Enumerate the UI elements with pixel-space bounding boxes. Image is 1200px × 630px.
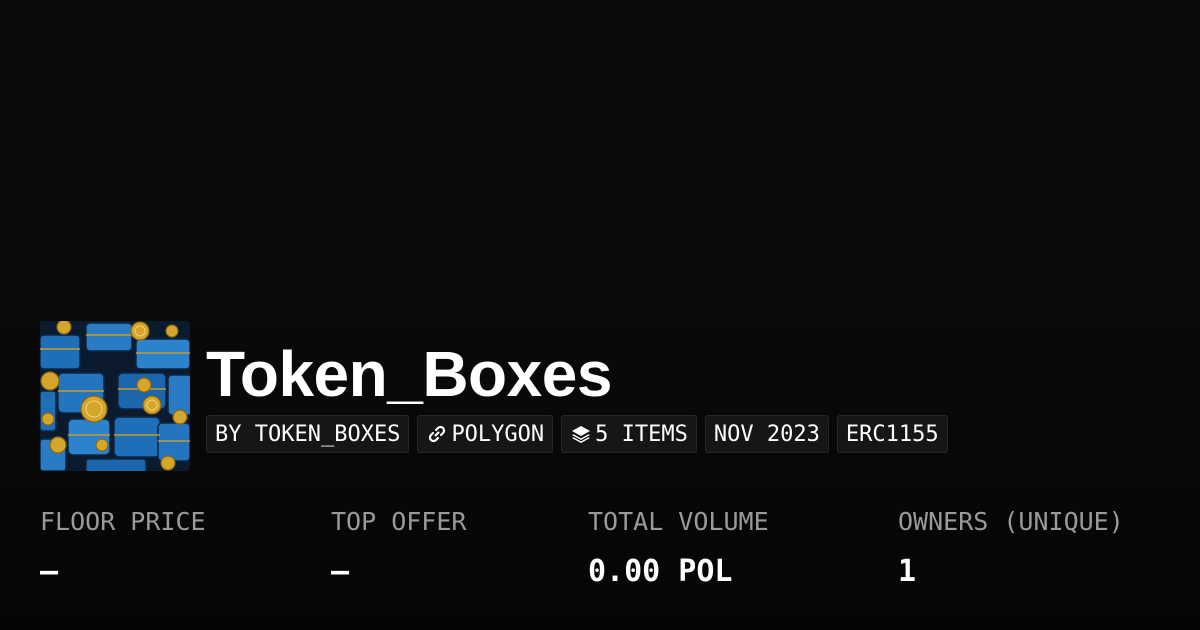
stat-owners: OWNERS (UNIQUE) 1 bbox=[898, 504, 1124, 590]
stat-top-offer: TOP OFFER – bbox=[331, 504, 466, 590]
stat-label: FLOOR PRICE bbox=[40, 507, 206, 536]
stat-label: OWNERS (UNIQUE) bbox=[898, 507, 1124, 536]
collection-title: Token_Boxes bbox=[206, 338, 612, 410]
stat-value: 0.00 POL bbox=[588, 554, 733, 589]
stat-total-volume: TOTAL VOLUME 0.00 POL bbox=[588, 504, 769, 590]
tag-creator-label: BY TOKEN_BOXES bbox=[215, 421, 401, 447]
stat-value: – bbox=[40, 554, 59, 589]
stat-value: 1 bbox=[898, 554, 917, 589]
stat-label: TOP OFFER bbox=[331, 507, 467, 536]
collection-card: Token_Boxes BY TOKEN_BOXES POLYGON 5 ITE… bbox=[0, 0, 1200, 630]
treasure-chest-image bbox=[40, 321, 190, 471]
tag-creator[interactable]: BY TOKEN_BOXES bbox=[206, 415, 410, 453]
stat-floor-price: FLOOR PRICE – bbox=[40, 504, 206, 590]
tag-items[interactable]: 5 ITEMS bbox=[561, 415, 697, 453]
stat-value: – bbox=[331, 554, 350, 589]
layers-icon bbox=[570, 423, 592, 445]
tag-date: NOV 2023 bbox=[704, 415, 829, 453]
collection-tags: BY TOKEN_BOXES POLYGON 5 ITEMS NOV 2023 … bbox=[206, 415, 948, 453]
stat-label: TOTAL VOLUME bbox=[588, 507, 769, 536]
tag-date-label: NOV 2023 bbox=[713, 421, 820, 447]
tag-items-label: 5 ITEMS bbox=[595, 421, 688, 447]
tag-chain[interactable]: POLYGON bbox=[417, 415, 554, 453]
link-icon bbox=[426, 423, 448, 445]
collection-thumbnail[interactable] bbox=[40, 321, 190, 471]
tag-standard-label: ERC1155 bbox=[845, 421, 939, 447]
tag-standard: ERC1155 bbox=[836, 415, 948, 453]
tag-chain-label: POLYGON bbox=[451, 421, 545, 447]
